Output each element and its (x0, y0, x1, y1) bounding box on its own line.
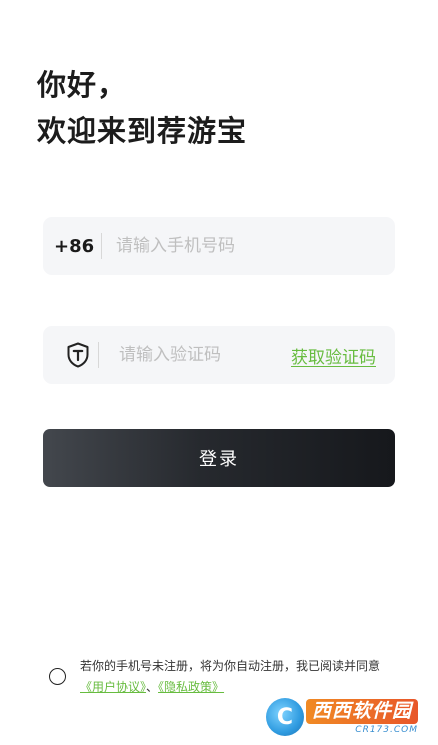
watermark-text: 西西软件园 (306, 699, 419, 724)
greeting-title: 你好， 欢迎来到荐游宝 (37, 62, 247, 154)
shield-icon (66, 342, 90, 368)
phone-field: +86 (43, 217, 395, 275)
login-button[interactable]: 登录 (43, 429, 395, 487)
get-code-link[interactable]: 获取验证码 (291, 343, 376, 368)
verification-code-field: 获取验证码 (43, 326, 395, 384)
country-code-prefix[interactable]: +86 (54, 236, 94, 257)
watermark: C 西西软件园 CR173.COM (266, 695, 434, 739)
agreement-radio[interactable] (49, 668, 66, 685)
phone-input[interactable] (116, 231, 366, 261)
watermark-logo-icon: C (266, 698, 304, 736)
phone-field-divider (101, 233, 102, 259)
agreement-row: 若你的手机号未注册，将为你自动注册，我已阅读并同意《用户协议》、《隐私政策》 (49, 656, 399, 698)
privacy-policy-link[interactable]: 《隐私政策》 (158, 680, 224, 694)
watermark-subtext: CR173.COM (355, 725, 419, 735)
greeting-line-welcome: 欢迎来到荐游宝 (37, 114, 248, 148)
agreement-text-body: 若你的手机号未注册，将为你自动注册，我已阅读并同意 (80, 659, 381, 673)
greeting-line-hello: 你好， (37, 68, 128, 102)
user-agreement-link[interactable]: 《用户协议》 (80, 680, 146, 694)
agreement-text: 若你的手机号未注册，将为你自动注册，我已阅读并同意《用户协议》、《隐私政策》 (80, 656, 398, 698)
agreement-separator: 、 (146, 680, 159, 694)
watermark-text-block: 西西软件园 CR173.COM (306, 699, 419, 735)
code-field-divider (98, 342, 99, 368)
verification-code-input[interactable] (119, 340, 259, 370)
